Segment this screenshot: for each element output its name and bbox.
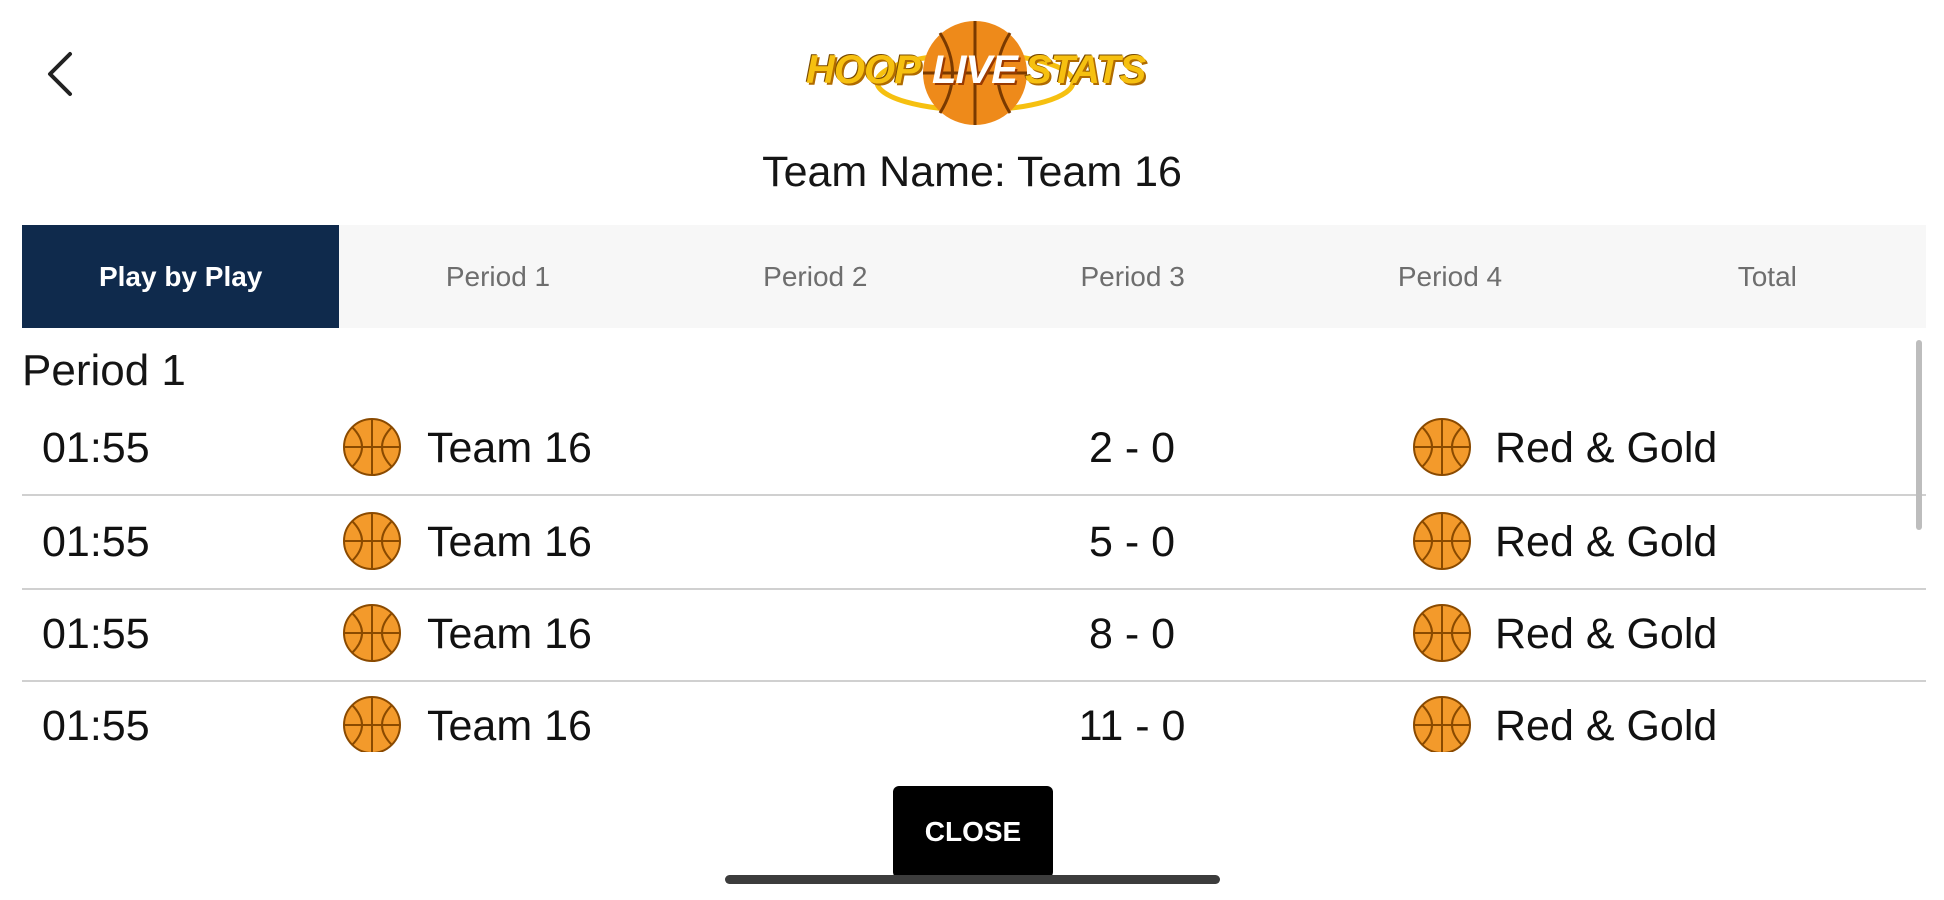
- period-heading: Period 1: [22, 346, 186, 395]
- play-time: 01:55: [42, 424, 150, 472]
- play-score: 5 - 0: [1088, 518, 1176, 566]
- play-opponent: Red & Gold: [1495, 610, 1718, 658]
- play-score: 8 - 0: [1088, 610, 1176, 658]
- tab-total[interactable]: Total: [1609, 225, 1926, 328]
- basketball-icon: [1413, 696, 1471, 752]
- tab-period-2[interactable]: Period 2: [657, 225, 974, 328]
- logo-text-live: LIVE: [932, 48, 1018, 92]
- logo-text-hoop: HOOP: [806, 48, 921, 92]
- play-row: 01:55 Team 16 8 - 0 Red & Gold: [22, 588, 1926, 682]
- play-row: 01:55 Team 16 5 - 0 Red & Gold: [22, 496, 1926, 590]
- basketball-icon: [1413, 418, 1471, 476]
- back-button[interactable]: [40, 44, 80, 104]
- play-by-play-list[interactable]: Period 1 01:55 Team 16 2 - 0 Red & Gold …: [22, 336, 1926, 752]
- basketball-icon: [343, 696, 401, 752]
- chevron-left-icon: [48, 52, 72, 96]
- play-team: Team 16: [427, 424, 592, 472]
- play-row: 01:55 Team 16 2 - 0 Red & Gold: [22, 402, 1926, 496]
- play-time: 01:55: [42, 518, 150, 566]
- play-row: 01:55 Team 16 11 - 0 Red & Gold: [22, 680, 1926, 752]
- logo-text-stats: STATS: [1025, 48, 1146, 92]
- play-score: 2 - 0: [1088, 424, 1176, 472]
- basketball-icon: [1413, 604, 1471, 662]
- play-team: Team 16: [427, 702, 592, 750]
- basketball-icon: [343, 604, 401, 662]
- team-name-title: Team Name: Team 16: [762, 148, 1182, 196]
- basketball-icon: [343, 512, 401, 570]
- tab-period-4[interactable]: Period 4: [1291, 225, 1608, 328]
- play-score: 11 - 0: [1078, 702, 1186, 750]
- tab-period-3[interactable]: Period 3: [974, 225, 1291, 328]
- list-scrollbar[interactable]: [1916, 340, 1922, 530]
- close-button[interactable]: CLOSE: [893, 786, 1053, 878]
- basketball-icon: [1413, 512, 1471, 570]
- stats-tabs: Play by Play Period 1 Period 2 Period 3 …: [22, 225, 1926, 328]
- play-time: 01:55: [42, 702, 150, 750]
- tab-period-1[interactable]: Period 1: [339, 225, 656, 328]
- play-time: 01:55: [42, 610, 150, 658]
- play-opponent: Red & Gold: [1495, 424, 1718, 472]
- play-opponent: Red & Gold: [1495, 518, 1718, 566]
- app-logo: HOOP LIVE STATS: [800, 18, 1150, 128]
- basketball-icon: [343, 418, 401, 476]
- play-opponent: Red & Gold: [1495, 702, 1718, 750]
- tab-play-by-play[interactable]: Play by Play: [22, 225, 340, 328]
- home-indicator[interactable]: [725, 875, 1220, 884]
- play-team: Team 16: [427, 518, 592, 566]
- play-team: Team 16: [427, 610, 592, 658]
